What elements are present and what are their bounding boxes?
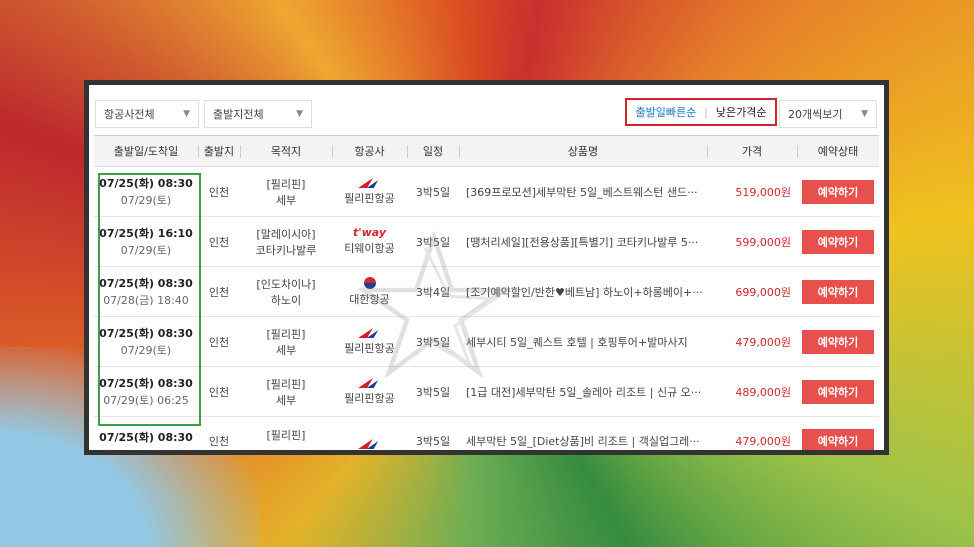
product-cell: [369프로모션]세부막탄 5일_베스트웨스턴 샌드··· <box>466 167 704 216</box>
philippine-airlines-logo <box>359 178 381 188</box>
sort-by-price-link[interactable]: 낮은가격순 <box>716 104 767 120</box>
origin-cell: 인천 <box>208 385 230 399</box>
airline-name: 필리핀항공 <box>344 191 395 205</box>
destination-city: 세부 <box>275 393 297 407</box>
destination-cell: [필리핀] 세부 <box>240 367 332 416</box>
destination-city: 하노이 <box>270 293 302 307</box>
col-product: 상품명 <box>567 145 599 158</box>
departure-date: 07/25(화) 08:30 <box>99 377 193 390</box>
schedule-cell: 3박5일 <box>415 435 451 448</box>
chevron-down-icon: ▼ <box>296 109 303 119</box>
destination-region: [말레이시아] <box>256 227 316 241</box>
col-airline: 항공사 <box>354 145 385 158</box>
col-price: 가격 <box>741 145 763 158</box>
destination-cell: [필리핀] 세부 <box>240 317 332 366</box>
origin-cell: 인천 <box>208 335 230 349</box>
departure-date: 07/25(화) 08:30 <box>99 277 193 290</box>
chevron-down-icon: ▼ <box>861 109 868 119</box>
destination-region: [필리핀] <box>266 429 306 442</box>
date-cell: 07/25(화) 08:30 <box>94 417 198 450</box>
destination-city: 세부 <box>275 343 297 357</box>
reserve-button[interactable]: 예약하기 <box>802 429 874 450</box>
date-cell: 07/25(화) 16:10 07/29(토) <box>94 217 198 266</box>
col-origin: 출발지 <box>203 145 235 158</box>
reserve-button[interactable]: 예약하기 <box>802 179 874 204</box>
airline-filter-select[interactable]: 항공사전체 ▼ <box>95 100 199 128</box>
status-cell: 예약하기 <box>797 167 879 216</box>
date-cell: 07/25(화) 08:30 07/28(금) 18:40 <box>94 267 198 316</box>
product-name-link[interactable]: [1급 대전]세부막탄 5일_솔레아 리조트 | 신규 오··· <box>466 384 701 400</box>
philippine-airlines-logo <box>359 439 381 449</box>
star-watermark-icon <box>359 230 509 379</box>
arrival-date: 07/29(토) <box>120 194 172 207</box>
departure-date: 07/25(화) 08:30 <box>99 177 193 190</box>
status-cell: 예약하기 <box>797 317 879 366</box>
schedule-cell: 3박5일 <box>415 185 451 199</box>
price-cell: 599,000원 <box>735 235 791 249</box>
airline-cell: 필리핀항공 <box>332 167 407 216</box>
destination-region: [인도차이나] <box>256 277 316 291</box>
col-date: 출발일/도착일 <box>113 145 179 158</box>
date-cell: 07/25(화) 08:30 07/29(토) <box>94 317 198 366</box>
col-schedule: 일정 <box>422 145 444 158</box>
arrival-date: 07/29(토) <box>120 244 172 257</box>
airline-cell <box>332 417 407 450</box>
reserve-button[interactable]: 예약하기 <box>802 329 874 354</box>
destination-region: [필리핀] <box>266 377 306 391</box>
page-size-select[interactable]: 20개씩보기 ▼ <box>779 100 877 128</box>
destination-cell: [필리핀] 세부 <box>240 167 332 216</box>
sort-options: 출발일빠른순 | 낮은가격순 <box>625 98 777 126</box>
price-cell: 519,000원 <box>735 185 791 199</box>
reserve-button[interactable]: 예약하기 <box>802 279 874 304</box>
arrival-date: 07/28(금) 18:40 <box>103 294 189 307</box>
col-destination: 목적지 <box>270 145 302 158</box>
price-cell: 699,000원 <box>735 285 791 299</box>
status-cell: 예약하기 <box>797 217 879 266</box>
col-status: 예약상태 <box>817 145 859 158</box>
page-size-value: 20개씩보기 <box>788 108 843 121</box>
table-row[interactable]: 07/25(화) 08:30 인천 [필리핀] 3박5일 세부막탄 5일_[Di… <box>94 417 879 450</box>
product-cell: 세부막탄 5일_[Diet상품]비 리조트 | 객실업그레··· <box>466 417 704 450</box>
destination-city: 코타키나발루 <box>255 243 317 257</box>
destination-region: [필리핀] <box>266 177 306 191</box>
origin-cell: 인천 <box>208 185 230 199</box>
destination-region: [필리핀] <box>266 327 306 341</box>
status-cell: 예약하기 <box>797 417 879 450</box>
date-cell: 07/25(화) 08:30 07/29(토) <box>94 167 198 216</box>
airline-name: 필리핀항공 <box>344 391 395 405</box>
destination-city: 세부 <box>275 193 297 207</box>
arrival-date: 07/29(토) 06:25 <box>103 394 189 407</box>
origin-cell: 인천 <box>208 285 230 299</box>
price-cell: 479,000원 <box>735 335 791 349</box>
table-row[interactable]: 07/25(화) 08:30 07/29(토) 인천 [필리핀] 세부 필리핀항… <box>94 167 879 217</box>
departure-filter-select[interactable]: 출발지전체 ▼ <box>204 100 312 128</box>
chevron-down-icon: ▼ <box>183 109 190 119</box>
departure-date: 07/25(화) 08:30 <box>99 327 193 340</box>
destination-cell: [말레이시아] 코타키나발루 <box>240 217 332 266</box>
product-list-panel: 항공사전체 ▼ 출발지전체 ▼ 출발일빠른순 | 낮은가격순 20개씩보기 ▼ … <box>89 85 884 450</box>
date-cell: 07/25(화) 08:30 07/29(토) 06:25 <box>94 367 198 416</box>
departure-date: 07/25(화) 16:10 <box>99 227 193 240</box>
departure-date: 07/25(화) 08:30 <box>99 431 193 444</box>
reserve-button[interactable]: 예약하기 <box>802 229 874 254</box>
departure-filter-value: 출발지전체 <box>213 108 264 121</box>
status-cell: 예약하기 <box>797 367 879 416</box>
table-header: 출발일/도착일 출발지 목적지 항공사 일정 상품명 가격 예약상태 <box>94 135 879 167</box>
airline-filter-value: 항공사전체 <box>104 108 155 121</box>
destination-cell: [인도차이나] 하노이 <box>240 267 332 316</box>
status-cell: 예약하기 <box>797 267 879 316</box>
origin-cell: 인천 <box>208 235 230 249</box>
arrival-date: 07/29(토) <box>120 344 172 357</box>
origin-cell: 인천 <box>208 435 230 448</box>
screenshot-frame: 항공사전체 ▼ 출발지전체 ▼ 출발일빠른순 | 낮은가격순 20개씩보기 ▼ … <box>84 80 889 455</box>
price-cell: 489,000원 <box>735 385 791 399</box>
destination-cell: [필리핀] <box>240 417 332 450</box>
product-name-link[interactable]: 세부막탄 5일_[Diet상품]비 리조트 | 객실업그레··· <box>466 433 700 449</box>
sort-separator: | <box>704 105 708 119</box>
product-name-link[interactable]: [369프로모션]세부막탄 5일_베스트웨스턴 샌드··· <box>466 184 698 200</box>
sort-by-departure-link[interactable]: 출발일빠른순 <box>635 104 696 120</box>
reserve-button[interactable]: 예약하기 <box>802 379 874 404</box>
price-cell: 479,000원 <box>735 435 791 448</box>
